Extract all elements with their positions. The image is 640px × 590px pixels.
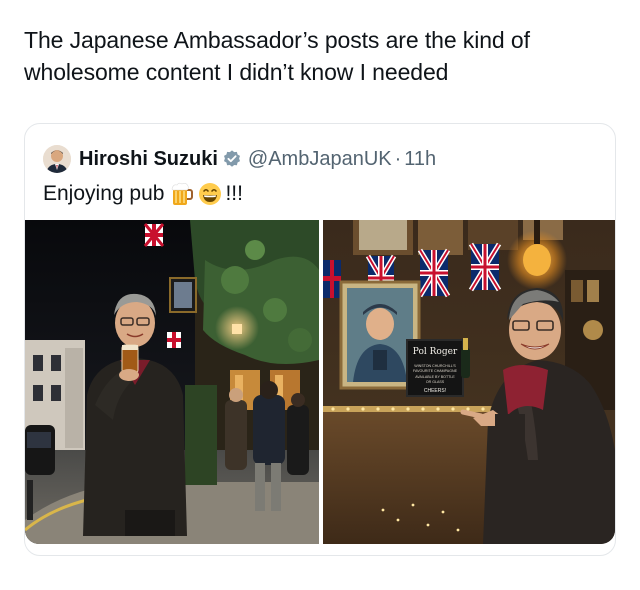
beer-mug-icon: [170, 182, 194, 206]
author-handle[interactable]: @AmbJapanUK: [248, 148, 392, 171]
quoted-post-card[interactable]: Hiroshi Suzuki @AmbJapanUK · 11h Enjoyin…: [24, 123, 616, 556]
sign-line-4: OR GLASS: [426, 380, 445, 384]
time-separator: ·: [394, 147, 402, 170]
sign-line-1: WINSTON CHURCHILL'S: [414, 364, 456, 368]
sign-cheers: CHEERS!: [424, 388, 446, 394]
grinning-face-icon: [198, 182, 222, 206]
author-name[interactable]: Hiroshi Suzuki: [79, 148, 218, 171]
verified-badge-icon: [222, 149, 242, 169]
sign-line-3: AVAILABLE BY BOTTLE: [415, 375, 455, 379]
quoted-post-header: Hiroshi Suzuki @AmbJapanUK · 11h: [43, 144, 436, 174]
photo-street-pint[interactable]: [25, 220, 319, 544]
post-timestamp[interactable]: 11h: [404, 148, 436, 171]
sign-title: Pol Roger: [413, 347, 458, 357]
sign-line-2: FAVOURITE CHAMPAGNE: [413, 369, 458, 373]
post-text-body: Enjoying pub: [43, 182, 165, 205]
post-caption: The Japanese Ambassador’s posts are the …: [24, 27, 530, 85]
photo-pub-interior[interactable]: Pol Roger WINSTON CHURCHILL'S FAVOURITE …: [323, 220, 615, 544]
quoted-post-text: Enjoying pub !!!: [43, 179, 243, 209]
avatar[interactable]: [43, 145, 71, 173]
post-text-exclamation: !!!: [225, 182, 243, 205]
